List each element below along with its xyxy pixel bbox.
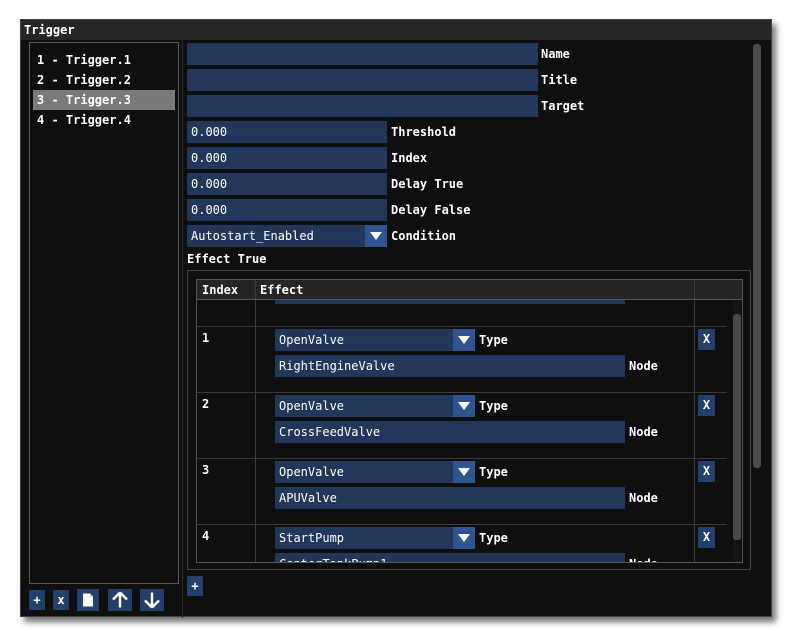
trigger-window: Trigger 1 - Trigger.1 2 - Trigger.2 3 - … xyxy=(20,19,772,618)
name-label: Name xyxy=(541,47,570,61)
remove-effect-button[interactable]: X xyxy=(698,329,715,350)
column-divider xyxy=(694,280,695,562)
trigger-list-item[interactable]: 4 - Trigger.4 xyxy=(33,110,175,130)
type-label: Type xyxy=(479,333,508,347)
row-divider xyxy=(197,392,727,393)
effect-true-title: Effect True xyxy=(187,252,267,266)
move-down-button[interactable] xyxy=(140,589,164,611)
effect-true-panel: LeftEngineValve Node 1 OpenValve Type Ri… xyxy=(187,270,751,570)
main-scrollbar[interactable] xyxy=(753,42,761,470)
delay-true-input[interactable]: 0.000 xyxy=(187,173,387,195)
row-index: 3 xyxy=(202,463,210,477)
row-divider xyxy=(197,326,727,327)
type-value: StartPump xyxy=(279,531,345,545)
node-input[interactable]: CenterTankPump1 xyxy=(275,553,625,562)
row-divider xyxy=(197,524,727,525)
panel-divider xyxy=(182,40,183,618)
target-input[interactable] xyxy=(187,95,538,117)
type-value: OpenValve xyxy=(279,333,345,347)
delay-false-label: Delay False xyxy=(391,203,471,217)
copy-trigger-button[interactable] xyxy=(77,589,99,611)
effect-table-scroll-thumb[interactable] xyxy=(733,314,741,540)
column-divider xyxy=(694,280,695,299)
add-effect-button[interactable]: + xyxy=(187,576,203,596)
node-input[interactable]: CrossFeedValve xyxy=(275,421,625,443)
row-index: 2 xyxy=(202,397,210,411)
title-input[interactable] xyxy=(187,69,538,91)
type-dropdown[interactable]: OpenValve xyxy=(275,395,475,417)
arrow-down-icon xyxy=(144,592,160,609)
row-index: 4 xyxy=(202,529,210,543)
condition-label: Condition xyxy=(391,229,457,243)
threshold-input[interactable]: 0.000 xyxy=(187,121,387,143)
document-icon xyxy=(83,593,93,607)
type-label: Type xyxy=(479,399,508,413)
main-scroll-thumb[interactable] xyxy=(753,44,761,468)
add-trigger-button[interactable]: + xyxy=(29,590,45,610)
trigger-list-item[interactable]: 2 - Trigger.2 xyxy=(33,70,175,90)
move-up-button[interactable] xyxy=(108,589,132,611)
chevron-down-icon[interactable] xyxy=(453,527,475,549)
node-label: Node xyxy=(629,491,658,505)
effect-table-header: Index Effect xyxy=(197,280,742,300)
trigger-list: 1 - Trigger.1 2 - Trigger.2 3 - Trigger.… xyxy=(29,42,179,584)
title-label: Title xyxy=(541,73,578,87)
type-value: OpenValve xyxy=(279,399,345,413)
node-input[interactable]: RightEngineValve xyxy=(275,355,625,377)
header-index: Index xyxy=(202,283,239,297)
node-input[interactable]: APUValve xyxy=(275,487,625,509)
remove-effect-button[interactable]: X xyxy=(698,527,715,548)
arrow-up-icon xyxy=(112,591,128,608)
node-label: Node xyxy=(629,553,658,562)
delay-true-label: Delay True xyxy=(391,177,464,191)
target-label: Target xyxy=(541,99,585,113)
name-input[interactable] xyxy=(187,43,538,65)
window-titlebar[interactable]: Trigger xyxy=(21,20,771,40)
index-input[interactable]: 0.000 xyxy=(187,147,387,169)
node-label: Node xyxy=(629,359,658,373)
chevron-down-icon[interactable] xyxy=(365,225,387,247)
trigger-list-item[interactable]: 1 - Trigger.1 xyxy=(33,50,175,70)
trigger-list-item-selected[interactable]: 3 - Trigger.3 xyxy=(33,90,175,110)
window-title: Trigger xyxy=(24,23,75,37)
type-dropdown[interactable]: StartPump xyxy=(275,527,475,549)
chevron-down-icon[interactable] xyxy=(453,461,475,483)
chevron-down-icon[interactable] xyxy=(453,395,475,417)
node-label: Node xyxy=(629,425,658,439)
threshold-label: Threshold xyxy=(391,125,457,139)
remove-effect-button[interactable]: X xyxy=(698,395,715,416)
index-label: Index xyxy=(391,151,428,165)
type-dropdown[interactable]: OpenValve xyxy=(275,461,475,483)
type-label: Type xyxy=(479,531,508,545)
effect-table-scrollbar[interactable] xyxy=(733,300,741,562)
type-value: OpenValve xyxy=(279,465,345,479)
type-label: Type xyxy=(479,465,508,479)
type-dropdown[interactable]: OpenValve xyxy=(275,329,475,351)
effect-table: LeftEngineValve Node 1 OpenValve Type Ri… xyxy=(196,279,743,563)
header-effect: Effect xyxy=(260,283,304,297)
condition-value: Autostart_Enabled xyxy=(191,229,314,243)
column-divider xyxy=(255,280,256,299)
condition-dropdown[interactable]: Autostart_Enabled xyxy=(187,225,387,247)
column-divider xyxy=(255,280,256,562)
delay-false-input[interactable]: 0.000 xyxy=(187,199,387,221)
row-divider xyxy=(197,458,727,459)
row-index: 1 xyxy=(202,331,210,345)
remove-trigger-button[interactable]: x xyxy=(53,590,69,610)
remove-effect-button[interactable]: X xyxy=(698,461,715,482)
chevron-down-icon[interactable] xyxy=(453,329,475,351)
